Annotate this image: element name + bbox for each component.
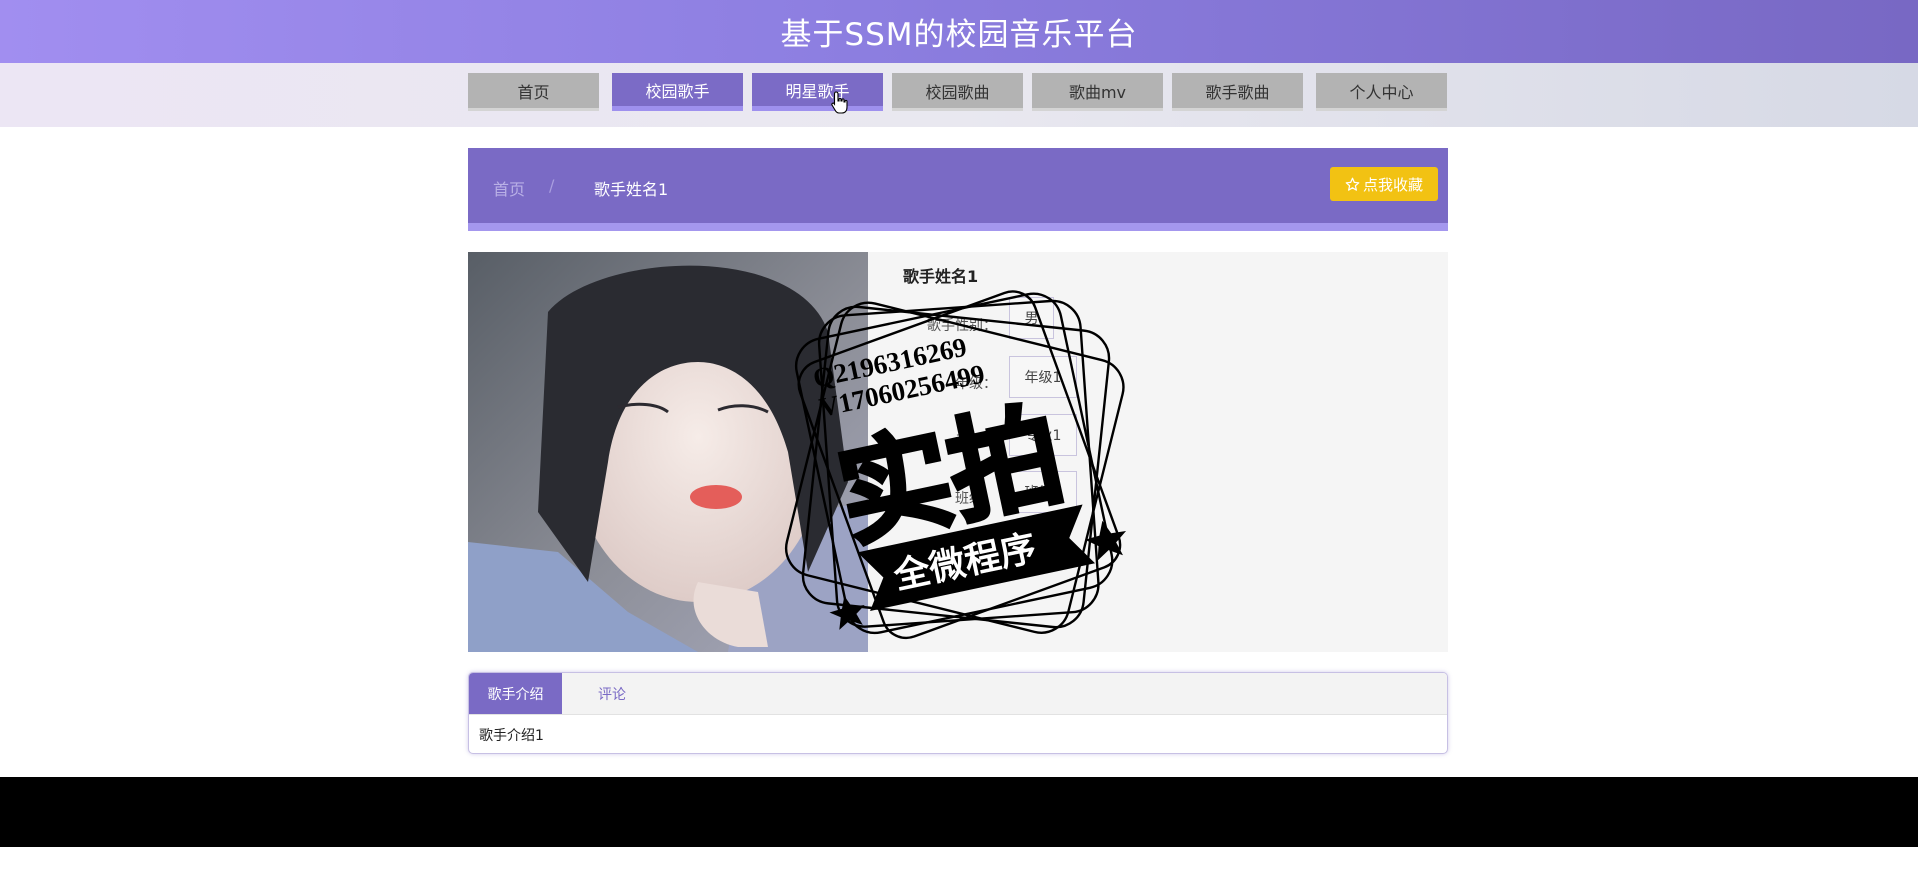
tab-content: 歌手介绍1 <box>479 728 544 744</box>
breadcrumb-separator: / <box>549 176 555 195</box>
breadcrumb-home-link[interactable]: 首页 <box>493 176 525 200</box>
nav-item-star-singers[interactable]: 明星歌手 <box>752 73 883 111</box>
tab-singer-intro[interactable]: 歌手介绍 <box>469 673 562 714</box>
nav-item-singer-songs[interactable]: 歌手歌曲 <box>1172 73 1303 111</box>
site-title: 基于SSM的校园音乐平台 <box>780 17 1138 53</box>
main-nav: 首页 校园歌手 明星歌手 校园歌曲 歌曲mv 歌手歌曲 个人中心 <box>0 63 1918 127</box>
breadcrumb-current: 歌手姓名1 <box>594 180 669 199</box>
tab-header: 歌手介绍 评论 <box>469 673 1447 715</box>
nav-item-personal-center[interactable]: 个人中心 <box>1316 73 1447 111</box>
footer <box>0 777 1918 847</box>
nav-item-campus-songs[interactable]: 校园歌曲 <box>892 73 1023 111</box>
mouse-cursor-icon <box>831 91 848 114</box>
singer-tabs: 歌手介绍 评论 歌手介绍1 <box>468 672 1448 754</box>
breadcrumb: 首页 / 歌手姓名1 点我收藏 <box>468 148 1448 231</box>
favorite-button-label: 点我收藏 <box>1362 176 1423 194</box>
tab-comments[interactable]: 评论 <box>587 673 637 714</box>
watermark-stamp: Q2196316269 V17060256499 实拍 全微程序 <box>784 290 1127 640</box>
favorite-button[interactable]: 点我收藏 <box>1330 167 1438 201</box>
nav-item-home[interactable]: 首页 <box>468 73 599 111</box>
nav-item-campus-singers[interactable]: 校园歌手 <box>612 73 743 111</box>
nav-item-song-mv[interactable]: 歌曲mv <box>1032 73 1163 111</box>
star-outline-icon <box>1345 177 1360 191</box>
site-header: 基于SSM的校园音乐平台 <box>0 0 1918 63</box>
